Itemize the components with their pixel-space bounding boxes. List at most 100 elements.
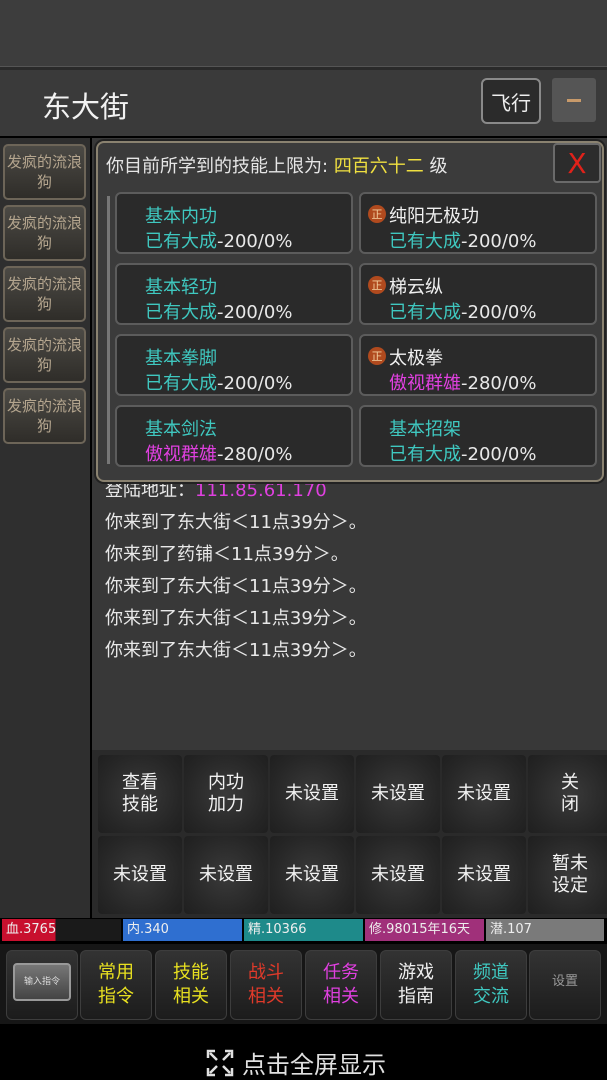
skill-status: 已有大成 — [145, 373, 217, 394]
stat-label: 内.340 — [127, 922, 169, 937]
command-slot[interactable]: 未设置 — [442, 755, 526, 833]
nav-label: 技能相关 — [173, 962, 209, 1007]
top-bar — [0, 0, 607, 66]
nav-label: 战斗相关 — [248, 962, 284, 1007]
command-slot[interactable]: 未设置 — [442, 836, 526, 914]
skill-name: 基本轻功 — [145, 277, 217, 298]
command-slot[interactable]: 未设置 — [270, 755, 354, 833]
skill-progress: -200/0% — [217, 373, 293, 394]
stat-label: 精.10366 — [248, 922, 307, 937]
skill-status: 傲视群雄 — [389, 373, 461, 394]
npc-button[interactable]: 发疯的流浪狗 — [3, 205, 86, 261]
nav-button[interactable]: 战斗相关 — [230, 950, 302, 1020]
nav-label: 游戏指南 — [398, 962, 434, 1007]
input-command-label: 输入指令 — [13, 963, 71, 1001]
nav-button[interactable]: 技能相关 — [155, 950, 227, 1020]
command-label: 未设置 — [285, 783, 339, 804]
skill-status: 已有大成 — [389, 444, 461, 465]
skill-status: 已有大成 — [389, 302, 461, 323]
skill-progress: -200/0% — [461, 231, 537, 252]
nav-label: 常用指令 — [98, 962, 134, 1007]
command-label: 未设置 — [371, 864, 425, 885]
stat-bar: 精.10366 — [244, 919, 363, 941]
skill-card[interactable]: 正梯云纵已有大成-200/0% — [359, 263, 597, 325]
command-slot[interactable]: 未设置 — [356, 836, 440, 914]
skill-card[interactable]: 正太极拳傲视群雄-280/0% — [359, 334, 597, 396]
stat-bar: 潜.107 — [486, 919, 604, 941]
log-line: 你来到了药铺＜11点39分＞。 — [105, 544, 349, 565]
nav-button[interactable]: 常用指令 — [80, 950, 152, 1020]
location-title: 东大街 — [42, 90, 130, 124]
skill-status: 已有大成 — [145, 231, 217, 252]
command-slot[interactable]: 未设置 — [184, 836, 268, 914]
fly-button[interactable]: 飞行 — [481, 78, 541, 124]
login-label: 登陆地址： — [105, 480, 195, 501]
command-slot[interactable]: 未设置 — [270, 836, 354, 914]
fullscreen-icon[interactable] — [206, 1049, 234, 1077]
skill-card[interactable]: 基本拳脚已有大成-200/0% — [115, 334, 353, 396]
command-slot[interactable]: 关闭 — [528, 755, 607, 833]
skill-status: 傲视群雄 — [145, 444, 217, 465]
fullscreen-label[interactable]: 点击全屏显示 — [242, 1045, 386, 1080]
nav-label: 频道交流 — [473, 962, 509, 1007]
command-slot[interactable]: 查看技能 — [98, 755, 182, 833]
skill-name: 基本招架 — [389, 419, 461, 440]
stat-bar: 内.340 — [123, 919, 242, 941]
command-slot[interactable]: 内功加力 — [184, 755, 268, 833]
command-label: 未设置 — [113, 864, 167, 885]
nav-button[interactable]: 频道交流 — [455, 950, 527, 1020]
stat-label: 潜.107 — [490, 922, 532, 937]
skill-card[interactable]: 基本内功已有大成-200/0% — [115, 192, 353, 254]
command-label: 查看技能 — [122, 772, 158, 815]
skill-card[interactable]: 基本轻功已有大成-200/0% — [115, 263, 353, 325]
skill-cap-level: 四百六十二 — [333, 156, 424, 177]
skill-name: 基本内功 — [145, 206, 217, 227]
skill-progress: -280/0% — [461, 373, 537, 394]
log-line: 你来到了东大街＜11点39分＞。 — [105, 512, 367, 533]
command-label: 未设置 — [457, 783, 511, 804]
enabled-badge-icon: 正 — [368, 276, 386, 294]
command-label: 未设置 — [457, 864, 511, 885]
stat-bar: 修.98015年16天 — [365, 919, 484, 941]
skill-name: 太极拳 — [389, 348, 443, 369]
stat-bar: 血.3765 — [2, 919, 121, 941]
command-label: 内功加力 — [208, 772, 244, 815]
skill-name: 梯云纵 — [389, 277, 443, 298]
command-slot[interactable]: 未设置 — [356, 755, 440, 833]
enabled-badge-icon: 正 — [368, 347, 386, 365]
gear-icon: 设置 — [551, 974, 578, 989]
skill-progress: -200/0% — [217, 231, 293, 252]
skill-card[interactable]: 基本剑法 傲视群雄-280/0% — [115, 405, 353, 467]
skill-status: 已有大成 — [145, 302, 217, 323]
settings-button[interactable]: 设置 — [529, 950, 601, 1020]
command-label: 暂未设定 — [552, 853, 588, 896]
npc-button[interactable]: 发疯的流浪狗 — [3, 327, 86, 383]
close-button[interactable]: X — [553, 143, 601, 183]
skill-card[interactable]: 基本招架 已有大成-200/0% — [359, 405, 597, 467]
nav-button[interactable]: 任务相关 — [305, 950, 377, 1020]
command-label: 未设置 — [371, 783, 425, 804]
panel-scrollbar[interactable] — [107, 196, 110, 464]
skill-name: 基本剑法 — [145, 419, 217, 440]
npc-button[interactable]: 发疯的流浪狗 — [3, 144, 86, 200]
npc-button[interactable]: 发疯的流浪狗 — [3, 388, 86, 444]
skill-name: 基本拳脚 — [145, 348, 217, 369]
log-line: 你来到了东大街＜11点39分＞。 — [105, 640, 367, 661]
npc-button[interactable]: 发疯的流浪狗 — [3, 266, 86, 322]
skill-progress: -200/0% — [217, 302, 293, 323]
nav-label: 任务相关 — [323, 962, 359, 1007]
minus-icon — [567, 98, 581, 102]
skill-progress: -200/0% — [461, 302, 537, 323]
skill-cap-unit: 级 — [429, 156, 448, 177]
command-slot[interactable]: 未设置 — [98, 836, 182, 914]
log-line: 你来到了东大街＜11点39分＞。 — [105, 608, 367, 629]
nav-button[interactable]: 游戏指南 — [380, 950, 452, 1020]
skill-card[interactable]: 正纯阳无极功 已有大成-200/0% — [359, 192, 597, 254]
command-label: 未设置 — [199, 864, 253, 885]
skill-cap-label: 你目前所学到的技能上限为: — [106, 156, 329, 177]
command-slot[interactable]: 暂未设定 — [528, 836, 607, 914]
command-label: 未设置 — [285, 864, 339, 885]
input-command-button[interactable]: 输入指令 — [6, 950, 78, 1020]
minimize-button[interactable] — [552, 78, 596, 122]
skill-status: 已有大成 — [389, 231, 461, 252]
